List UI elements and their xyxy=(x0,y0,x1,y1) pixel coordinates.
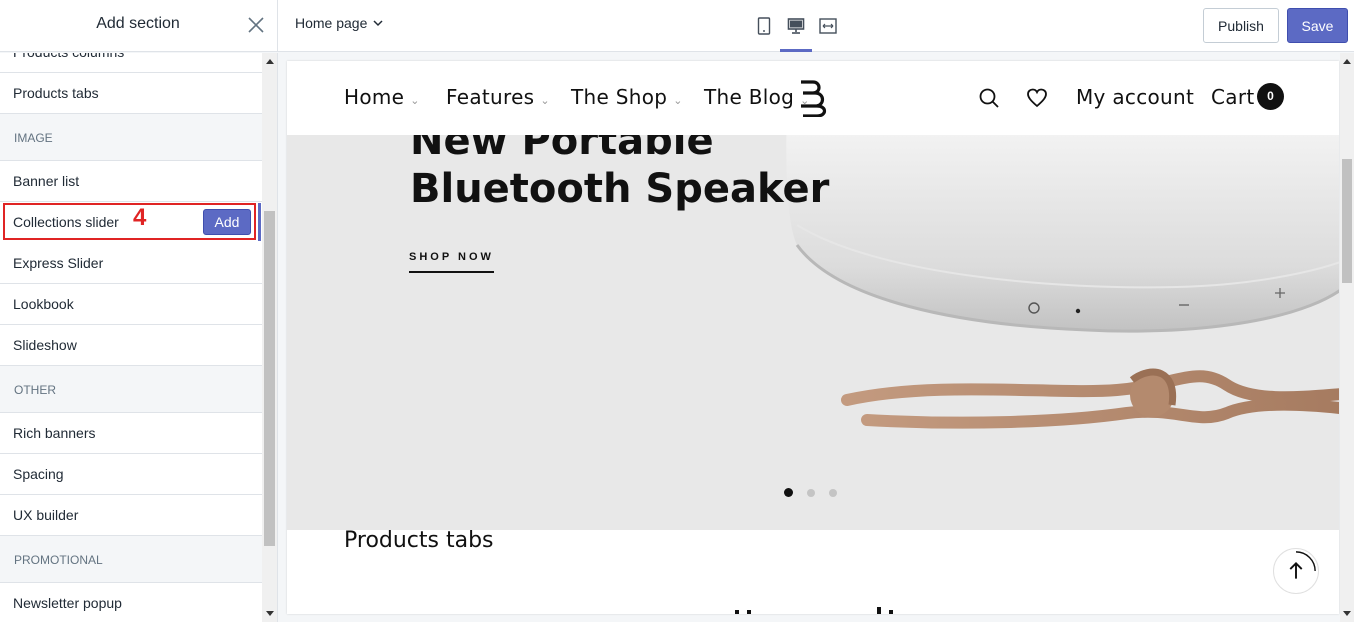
sidebar-scrollbar[interactable] xyxy=(262,53,278,622)
hero-title-line2: Bluetooth Speaker xyxy=(410,166,830,212)
nav-home-label: Home xyxy=(344,85,405,109)
chevron-down-icon: ⌄ xyxy=(540,94,550,107)
slide-dot[interactable] xyxy=(829,488,837,497)
section-item-lookbook[interactable]: Lookbook xyxy=(0,284,262,325)
hero-slideshow: New Portable Bluetooth Speaker SHOP NOW xyxy=(287,135,1339,530)
page-selector[interactable]: Home page xyxy=(295,15,383,31)
search-icon[interactable] xyxy=(978,87,1000,109)
cart-link[interactable]: Cart xyxy=(1211,85,1255,109)
publish-button[interactable]: Publish xyxy=(1203,8,1279,43)
section-group-image: IMAGE xyxy=(0,114,262,161)
nav-the-shop[interactable]: The Shop ⌄ xyxy=(571,85,683,109)
hero-title-line1: New Portable xyxy=(410,135,714,164)
scroll-up-arrow-icon[interactable] xyxy=(266,59,274,64)
chevron-down-icon: ⌄ xyxy=(410,94,420,107)
desktop-icon xyxy=(787,18,805,34)
close-icon[interactable] xyxy=(245,14,267,36)
products-tabs-heading: Products tabs xyxy=(344,528,494,553)
panel-title: Add section xyxy=(96,15,180,32)
scroll-down-arrow-icon[interactable] xyxy=(266,611,274,616)
active-indicator xyxy=(258,203,261,241)
scroll-down-arrow-icon[interactable] xyxy=(1343,611,1351,616)
nav-the-blog-label: The Blog xyxy=(704,85,795,109)
nav-the-blog[interactable]: The Blog ⌄ xyxy=(704,85,810,109)
section-item-slideshow[interactable]: Slideshow xyxy=(0,325,262,366)
nav-features-label: Features xyxy=(446,85,535,109)
cart-count-badge: 0 xyxy=(1257,83,1284,110)
hero-title: New Portable Bluetooth Speaker xyxy=(410,135,829,213)
fullscreen-view-button[interactable] xyxy=(812,0,844,52)
preview-scrollbar[interactable] xyxy=(1340,53,1354,622)
section-item-newsletter-popup[interactable]: Newsletter popup xyxy=(0,583,262,622)
speaker-image xyxy=(786,135,1339,429)
panel-header: Add section xyxy=(0,0,278,52)
nav-the-shop-label: The Shop xyxy=(571,85,668,109)
back-to-top-button[interactable] xyxy=(1273,548,1319,594)
section-group-promotional: PROMOTIONAL xyxy=(0,536,262,583)
section-item-products-columns[interactable]: Products columns xyxy=(0,53,262,73)
page-selector-label: Home page xyxy=(295,15,368,31)
view-mode-toggles xyxy=(748,0,844,52)
section-item-products-tabs[interactable]: Products tabs xyxy=(0,73,262,114)
scroll-up-arrow-icon[interactable] xyxy=(1343,59,1351,64)
section-item-banner-list[interactable]: Banner list xyxy=(0,161,262,202)
add-section-button[interactable]: Add xyxy=(203,209,251,235)
scrollbar-thumb[interactable] xyxy=(264,211,275,546)
arrow-up-icon xyxy=(1289,551,1316,579)
mobile-icon xyxy=(757,17,771,35)
nav-home[interactable]: Home ⌄ xyxy=(344,85,420,109)
chevron-down-icon: ⌄ xyxy=(673,94,683,107)
add-section-list: Products columns Products tabs IMAGE Ban… xyxy=(0,53,262,622)
save-button[interactable]: Save xyxy=(1287,8,1348,43)
site-header: Home ⌄ Features ⌄ The Shop ⌄ The Blog ⌄ My a… xyxy=(287,61,1339,135)
section-group-other: OTHER xyxy=(0,366,262,413)
section-item-express-slider[interactable]: Express Slider xyxy=(0,243,262,284)
desktop-view-button[interactable] xyxy=(780,0,812,52)
expand-width-icon xyxy=(819,18,837,34)
editor-topbar: Add section Home page Publish Save xyxy=(0,0,1354,52)
step-marker: 4 xyxy=(133,204,147,231)
section-item-rich-banners[interactable]: Rich banners xyxy=(0,413,262,454)
section-item-spacing[interactable]: Spacing xyxy=(0,454,262,495)
brand-logo[interactable] xyxy=(795,79,829,117)
slide-dots xyxy=(784,488,837,497)
my-account-link[interactable]: My account xyxy=(1076,85,1194,109)
mobile-view-button[interactable] xyxy=(748,0,780,52)
theme-preview: New Portable Bluetooth Speaker SHOP NOW … xyxy=(287,61,1339,614)
slide-dot[interactable] xyxy=(807,488,815,497)
slide-dot[interactable] xyxy=(784,488,793,497)
heart-icon[interactable] xyxy=(1026,87,1048,109)
section-item-ux-builder[interactable]: UX builder xyxy=(0,495,262,536)
nav-features[interactable]: Features ⌄ xyxy=(446,85,550,109)
shop-now-link[interactable]: SHOP NOW xyxy=(409,251,494,273)
scrollbar-thumb[interactable] xyxy=(1342,159,1352,283)
chevron-down-icon xyxy=(373,19,383,26)
cropped-heading-fragment xyxy=(735,607,893,614)
